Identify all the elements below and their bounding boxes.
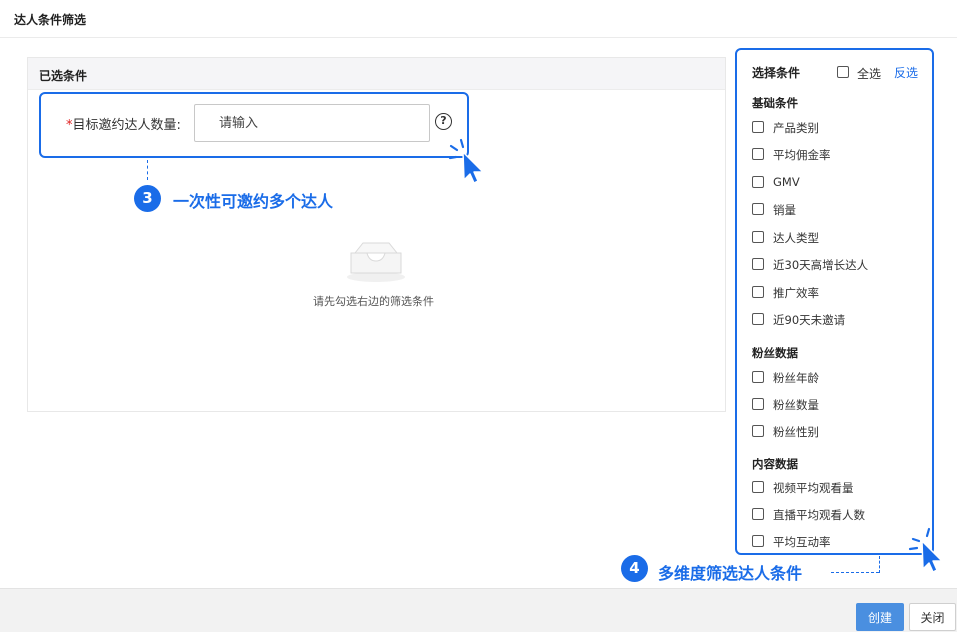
callout-3-badge: 3 [134, 185, 161, 212]
condition-label[interactable]: 粉丝性别 [773, 424, 819, 440]
condition-label[interactable]: 粉丝年龄 [773, 370, 819, 386]
callout-4-connector-vertical [879, 556, 880, 573]
condition-label[interactable]: 销量 [773, 202, 796, 218]
condition-checkbox[interactable] [752, 176, 764, 188]
condition-selector-title: 选择条件 [752, 66, 801, 80]
callout-4-badge: 4 [621, 555, 648, 582]
invite-count-input[interactable] [194, 104, 430, 142]
filter-dialog: 达人条件筛选 已选条件 *目标邀约达人数量: ? 3 一次性可邀约多个达人 请先… [0, 0, 957, 632]
condition-checkbox[interactable] [752, 508, 764, 520]
group-title-basic: 基础条件 [752, 96, 798, 110]
condition-label[interactable]: 粉丝数量 [773, 397, 819, 413]
condition-checkbox[interactable] [752, 286, 764, 298]
condition-checkbox[interactable] [752, 258, 764, 270]
condition-label[interactable]: 推广效率 [773, 285, 819, 301]
callout-3-connector [147, 160, 148, 180]
condition-checkbox[interactable] [752, 203, 764, 215]
dialog-title: 达人条件筛选 [14, 13, 87, 27]
empty-state-text: 请先勾选右边的筛选条件 [313, 295, 434, 308]
invite-count-label: *目标邀约达人数量: [66, 114, 181, 133]
selected-conditions-header: 已选条件 [28, 58, 725, 90]
condition-checkbox[interactable] [752, 121, 764, 133]
condition-label[interactable]: 平均互动率 [773, 534, 831, 550]
condition-label[interactable]: 直播平均观看人数 [773, 507, 865, 523]
cursor-click-icon [908, 527, 943, 573]
condition-label[interactable]: 近90天未邀请 [773, 312, 845, 328]
condition-label[interactable]: 视频平均观看量 [773, 480, 854, 496]
condition-checkbox[interactable] [752, 398, 764, 410]
condition-checkbox[interactable] [752, 148, 764, 160]
callout-3-text: 一次性可邀约多个达人 [173, 192, 334, 211]
condition-label[interactable]: GMV [773, 175, 800, 189]
help-circle-icon[interactable]: ? [435, 113, 452, 130]
condition-label[interactable]: 达人类型 [773, 230, 819, 246]
select-all-label[interactable]: 全选 [857, 65, 881, 82]
invite-count-label-text: 目标邀约达人数量: [72, 118, 181, 133]
invert-selection-link[interactable]: 反选 [894, 64, 918, 81]
close-button[interactable]: 关闭 [909, 603, 956, 631]
condition-checkbox[interactable] [752, 535, 764, 547]
condition-selector-panel: 选择条件 全选 反选 基础条件 产品类别 平均佣金率 GMV 销量 达人类型 近… [735, 48, 934, 555]
condition-label[interactable]: 近30天高增长达人 [773, 257, 868, 273]
condition-checkbox[interactable] [752, 371, 764, 383]
cursor-click-icon [448, 138, 484, 184]
group-title-content: 内容数据 [752, 457, 798, 471]
dialog-footer [0, 588, 957, 632]
condition-checkbox[interactable] [752, 313, 764, 325]
callout-4-text: 多维度筛选达人条件 [658, 564, 803, 583]
condition-label[interactable]: 产品类别 [773, 120, 819, 136]
group-title-fans: 粉丝数据 [752, 346, 798, 360]
condition-label[interactable]: 平均佣金率 [773, 147, 831, 163]
condition-checkbox[interactable] [752, 231, 764, 243]
dialog-title-bar: 达人条件筛选 [0, 0, 957, 38]
callout-4-connector-horizontal [831, 572, 879, 573]
condition-checkbox[interactable] [752, 425, 764, 437]
condition-checkbox[interactable] [752, 481, 764, 493]
select-all-checkbox[interactable] [837, 66, 849, 78]
create-button[interactable]: 创建 [856, 603, 904, 631]
empty-inbox-icon [347, 242, 405, 282]
selected-conditions-title: 已选条件 [39, 69, 88, 83]
